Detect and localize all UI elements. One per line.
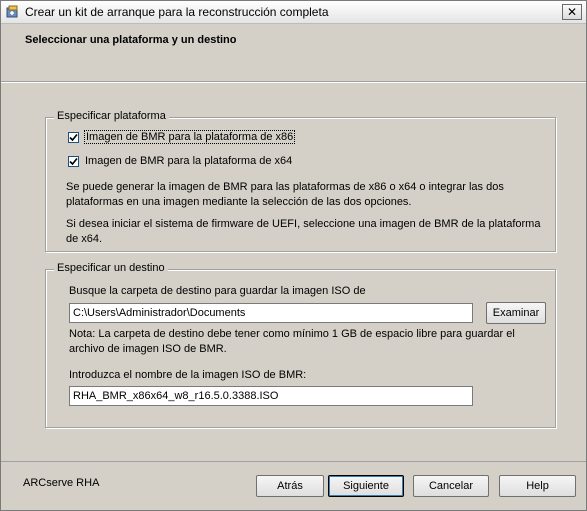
x64-checkbox[interactable]: [68, 155, 79, 167]
platform-group-legend: Especificar plataforma: [54, 110, 169, 122]
app-icon: [6, 5, 20, 19]
header-divider: [1, 82, 586, 83]
destination-folder-input[interactable]: C:\Users\Administrador\Documents: [69, 303, 473, 323]
back-button[interactable]: Atrás: [256, 475, 324, 497]
iso-name-prompt-label: Introduzca el nombre de la imagen ISO de…: [69, 369, 307, 381]
uefi-info-text: Si desea iniciar el sistema de firmware …: [66, 218, 541, 245]
destination-group-legend: Especificar un destino: [54, 262, 168, 274]
browse-button[interactable]: Examinar: [486, 302, 546, 324]
cancel-button[interactable]: Cancelar: [413, 475, 489, 497]
footer-divider: [1, 461, 586, 462]
x86-option-label[interactable]: Imagen de BMR para la plataforma de x86: [83, 130, 296, 145]
platform-info-text: Se puede generar la imagen de BMR para l…: [66, 181, 504, 208]
close-icon: ✕: [566, 5, 578, 19]
page-title: Seleccionar una plataforma y un destino: [25, 34, 237, 46]
x64-option-label[interactable]: Imagen de BMR para la plataforma de x64: [85, 155, 292, 167]
help-button-label: Help: [526, 480, 549, 492]
cancel-button-label: Cancelar: [428, 480, 474, 492]
x86-option[interactable]: Imagen de BMR para la plataforma de x86: [68, 130, 296, 147]
checkmark-icon: [69, 157, 78, 165]
window-title: Crear un kit de arranque para la reconst…: [25, 5, 329, 19]
back-button-label: Atrás: [277, 480, 303, 492]
x64-option[interactable]: Imagen de BMR para la plataforma de x64: [68, 155, 292, 171]
destination-group: Especificar un destino Busque la carpeta…: [45, 262, 556, 428]
title-bar: Crear un kit de arranque para la reconst…: [1, 1, 586, 24]
help-button[interactable]: Help: [499, 475, 576, 497]
free-space-note: Nota: La carpeta de destino debe tener c…: [69, 328, 515, 355]
iso-name-input[interactable]: RHA_BMR_x86x64_w8_r16.5.0.3388.ISO: [69, 386, 473, 406]
checkmark-icon: [69, 133, 78, 141]
x86-checkbox[interactable]: [68, 131, 79, 143]
brand-label: ARCserve RHA: [23, 477, 100, 489]
wizard-header: Seleccionar una plataforma y un destino: [1, 24, 586, 82]
folder-prompt-label: Busque la carpeta de destino para guarda…: [69, 285, 366, 297]
next-button-label: Siguiente: [343, 480, 389, 492]
dialog-window: Crear un kit de arranque para la reconst…: [0, 0, 587, 511]
next-button[interactable]: Siguiente: [328, 475, 404, 497]
platform-group: Especificar plataforma Imagen de BMR par…: [45, 110, 556, 252]
close-button[interactable]: ✕: [562, 4, 582, 20]
